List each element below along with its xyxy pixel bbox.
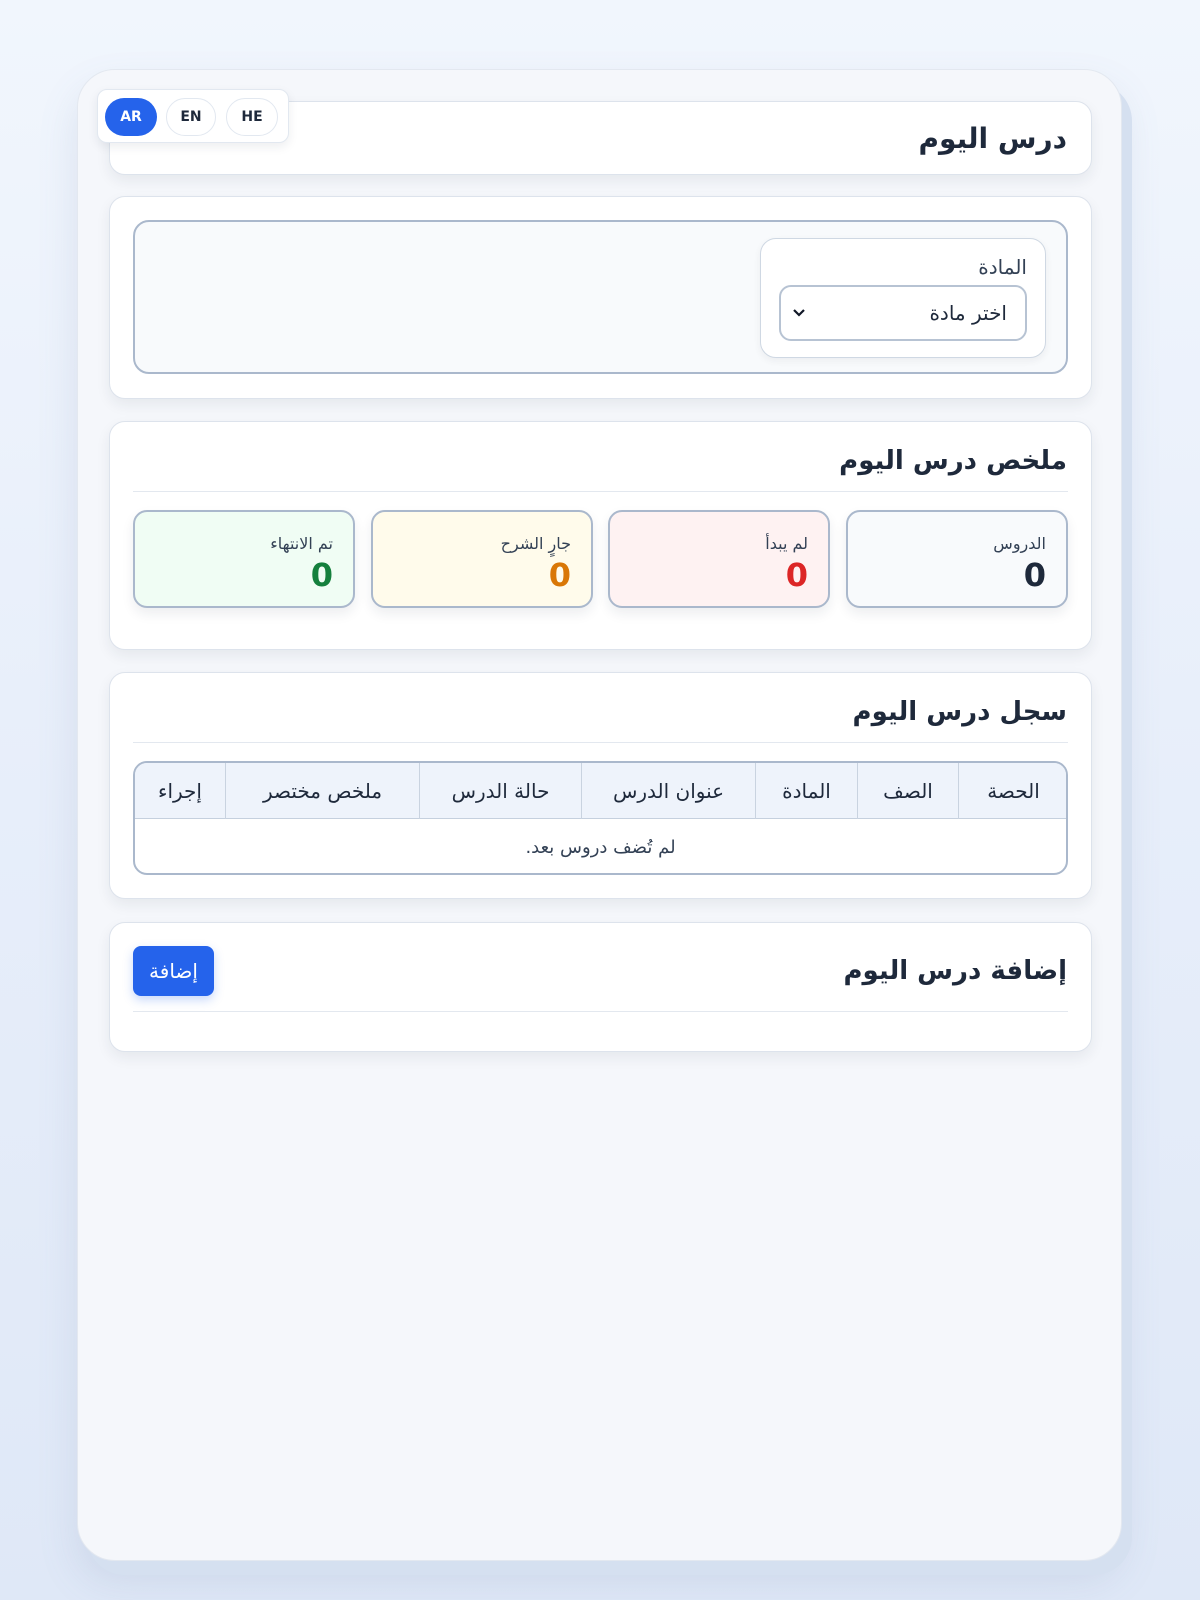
stat-value: 0: [785, 556, 808, 594]
stat-label: جارٍ الشرح: [500, 534, 571, 553]
filter-panel: المادة اختر مادة: [133, 220, 1068, 374]
stat-value: 0: [1023, 556, 1046, 594]
subject-field: المادة اختر مادة: [760, 238, 1046, 358]
table-empty-message: لم تُضف دروس بعد.: [525, 836, 676, 858]
stat-label: تم الانتهاء: [270, 534, 333, 553]
log-title: سجل درس اليوم: [852, 697, 1067, 727]
stat-completed: تم الانتهاء 0: [133, 510, 355, 608]
column-header: عنوان الدرس: [581, 763, 755, 819]
summary-card: ملخص درس اليوم الدروس 0 لم يبدأ 0 جارٍ ا…: [109, 421, 1092, 650]
stat-label: الدروس: [993, 534, 1046, 553]
divider: [133, 742, 1068, 743]
column-header: الحصة: [958, 763, 1066, 819]
stat-in-progress: جارٍ الشرح 0: [371, 510, 593, 608]
divider: [133, 1011, 1068, 1012]
column-header: إجراء: [158, 779, 202, 803]
lang-he-button[interactable]: HE: [226, 98, 278, 136]
add-lesson-button[interactable]: إضافة: [133, 946, 214, 996]
stat-value: 0: [548, 556, 571, 594]
page-title: درس اليوم: [918, 122, 1068, 155]
language-switcher: AR EN HE: [97, 89, 289, 143]
log-card: سجل درس اليوم الحصة الصف المادة عنوان ال…: [109, 672, 1092, 899]
column-header: ملخص مختصر: [225, 763, 419, 819]
add-card: إضافة درس اليوم إضافة: [109, 922, 1092, 1052]
divider: [133, 491, 1068, 492]
subject-select[interactable]: اختر مادة: [779, 285, 1027, 341]
lang-ar-button[interactable]: AR: [105, 98, 157, 136]
column-header: الصف: [857, 763, 958, 819]
column-header: حالة الدرس: [419, 763, 581, 819]
lessons-table: الحصة الصف المادة عنوان الدرس حالة الدرس…: [133, 761, 1068, 875]
lang-en-button[interactable]: EN: [166, 98, 216, 136]
add-title: إضافة درس اليوم: [843, 956, 1067, 986]
stat-lessons: الدروس 0: [846, 510, 1068, 608]
chevron-down-icon: [793, 306, 805, 321]
subject-select-value: اختر مادة: [929, 301, 1007, 325]
stat-not-started: لم يبدأ 0: [608, 510, 830, 608]
stat-value: 0: [310, 556, 333, 594]
subject-label: المادة: [978, 255, 1027, 279]
column-header: المادة: [755, 763, 857, 819]
stat-label: لم يبدأ: [765, 534, 808, 553]
filter-card: المادة اختر مادة: [109, 196, 1092, 399]
table-header: الحصة الصف المادة عنوان الدرس حالة الدرس…: [135, 763, 1066, 819]
summary-title: ملخص درس اليوم: [839, 446, 1067, 476]
